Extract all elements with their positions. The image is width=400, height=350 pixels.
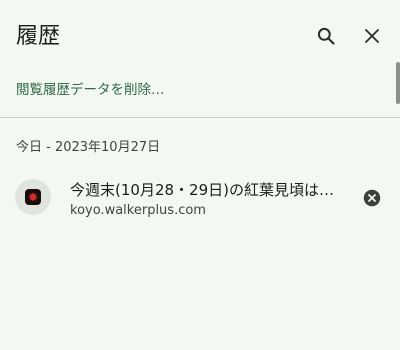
close-button[interactable] [359,23,385,49]
search-button[interactable] [313,23,339,49]
maple-leaf-icon [25,189,41,205]
history-item[interactable]: 今週末(10月28・29日)の紅葉見頃は… koyo.walkerplus.co… [0,168,400,228]
remove-icon[interactable] [363,189,381,207]
scrollbar-thumb[interactable] [396,62,400,104]
clear-browsing-data-link[interactable]: 閲覧履歴データを削除… [16,80,165,100]
close-icon [365,29,379,43]
divider [0,117,400,118]
history-item-title: 今週末(10月28・29日)の紅葉見頃は… [70,181,334,199]
page-title: 履歴 [16,24,61,49]
favicon-container [15,179,51,215]
maple-leaf-glyph [28,192,38,202]
app-bar: 履歴 [0,0,400,76]
date-header: 今日 - 2023年10月27日 [16,140,161,155]
search-icon [317,27,335,45]
history-item-url: koyo.walkerplus.com [70,203,206,218]
